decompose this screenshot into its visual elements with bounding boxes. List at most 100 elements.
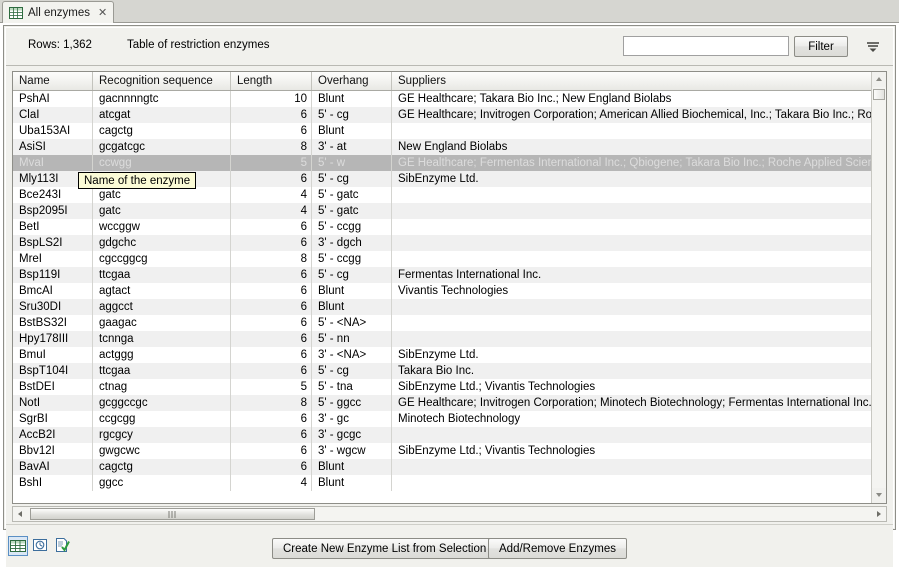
column-header-sequence[interactable]: Recognition sequence — [93, 72, 231, 90]
cell-length: 6 — [231, 283, 312, 299]
cell-overhang: 5' - ggcc — [312, 395, 392, 411]
scroll-thumb-grip — [168, 511, 177, 518]
table-row[interactable]: BstDEIctnag55' - tnaSibEnzyme Ltd.; Viva… — [13, 379, 886, 395]
table-row[interactable]: MvaIccwgg55' - wGE Healthcare; Fermentas… — [13, 155, 886, 171]
cell-overhang: 5' - nn — [312, 331, 392, 347]
cell-sequence: gacnnnngtc — [93, 91, 231, 107]
cell-length: 6 — [231, 427, 312, 443]
vertical-scroll-thumb[interactable] — [873, 89, 885, 100]
cell-length: 6 — [231, 315, 312, 331]
column-header-length[interactable]: Length — [231, 72, 312, 90]
filter-button[interactable]: Filter — [794, 36, 848, 57]
table-row[interactable]: Hpy178IIItcnnga65' - nn — [13, 331, 886, 347]
info-view-icon[interactable] — [31, 536, 51, 556]
cell-sequence: tcnnga — [93, 331, 231, 347]
table-row[interactable]: Bbv12Igwgcwc63' - wgcwSibEnzyme Ltd.; Vi… — [13, 443, 886, 459]
cell-length: 6 — [231, 331, 312, 347]
cell-length: 6 — [231, 171, 312, 187]
text-view-icon[interactable] — [53, 536, 73, 556]
rows-count-label: Rows: 1,362 — [28, 39, 92, 51]
filter-input[interactable] — [623, 36, 789, 56]
table-row[interactable]: AsiSIgcgatcgc83' - atNew England Biolabs — [13, 139, 886, 155]
table-body: PshAIgacnnnngtc10BluntGE Healthcare; Tak… — [13, 91, 886, 503]
cell-sequence: gaagac — [93, 315, 231, 331]
cell-overhang: 5' - gatc — [312, 187, 392, 203]
cell-suppliers: SibEnzyme Ltd.; Vivantis Technologies — [392, 443, 886, 459]
cell-length: 6 — [231, 123, 312, 139]
table-row[interactable]: MreIcgccggcg85' - ccgg — [13, 251, 886, 267]
cell-suppliers: GE Healthcare; Fermentas International I… — [392, 155, 886, 171]
cell-length: 8 — [231, 139, 312, 155]
cell-sequence: gcggccgc — [93, 395, 231, 411]
scroll-right-icon[interactable] — [872, 507, 886, 521]
scroll-down-icon[interactable] — [872, 488, 886, 503]
cell-suppliers — [392, 315, 886, 331]
cell-suppliers — [392, 475, 886, 491]
cell-sequence: agtact — [93, 283, 231, 299]
cell-sequence: wccggw — [93, 219, 231, 235]
cell-overhang: Blunt — [312, 123, 392, 139]
scroll-left-icon[interactable] — [13, 507, 27, 521]
cell-overhang: 5' - cg — [312, 363, 392, 379]
table-row[interactable]: NotIgcggccgc85' - ggccGE Healthcare; Inv… — [13, 395, 886, 411]
scroll-up-icon[interactable] — [872, 72, 886, 87]
column-header-suppliers[interactable]: Suppliers — [392, 72, 886, 90]
table-header-row: Name Recognition sequence Length Overhan… — [13, 72, 886, 91]
cell-length: 6 — [231, 299, 312, 315]
cell-name: Bce243I — [13, 187, 93, 203]
table-row[interactable]: BshIggcc4Blunt — [13, 475, 886, 491]
table-row[interactable]: BspT104Ittcgaa65' - cgTakara Bio Inc. — [13, 363, 886, 379]
horizontal-scrollbar[interactable] — [12, 506, 887, 522]
table-row[interactable]: Bce243Igatc45' - gatc — [13, 187, 886, 203]
table-row[interactable]: Uba153AIcagctg6Blunt — [13, 123, 886, 139]
column-header-overhang[interactable]: Overhang — [312, 72, 392, 90]
filter-funnel-icon[interactable] — [864, 38, 882, 56]
table-row[interactable]: BstBS32Igaagac65' - <NA> — [13, 315, 886, 331]
table-row[interactable]: BavAIcagctg6Blunt — [13, 459, 886, 475]
table-row[interactable]: SgrBIccgcgg63' - gcMinotech Biotechnolog… — [13, 411, 886, 427]
cell-suppliers — [392, 331, 886, 347]
cell-name: Bsp119I — [13, 267, 93, 283]
cell-overhang: 5' - tna — [312, 379, 392, 395]
enzyme-table-panel: Rows: 1,362 Table of restriction enzymes… — [3, 25, 896, 530]
cell-suppliers — [392, 235, 886, 251]
cell-length: 6 — [231, 347, 312, 363]
table-row[interactable]: PshAIgacnnnngtc10BluntGE Healthcare; Tak… — [13, 91, 886, 107]
cell-length: 4 — [231, 187, 312, 203]
cell-suppliers: GE Healthcare; Invitrogen Corporation; A… — [392, 107, 886, 123]
cell-sequence: ccwgg — [93, 155, 231, 171]
cell-suppliers — [392, 203, 886, 219]
tab-all-enzymes[interactable]: All enzymes ✕ — [2, 1, 114, 23]
cell-suppliers — [392, 299, 886, 315]
vertical-scrollbar[interactable] — [871, 72, 886, 503]
table-view-icon[interactable] — [8, 536, 28, 556]
cell-sequence: rgcgcy — [93, 427, 231, 443]
column-header-name[interactable]: Name — [13, 72, 93, 90]
cell-length: 4 — [231, 203, 312, 219]
table-row[interactable]: BmuIactggg63' - <NA>SibEnzyme Ltd. — [13, 347, 886, 363]
cell-name: BspT104I — [13, 363, 93, 379]
table-row[interactable]: ClaIatcgat65' - cgGE Healthcare; Invitro… — [13, 107, 886, 123]
enzyme-table[interactable]: Name Recognition sequence Length Overhan… — [12, 71, 887, 504]
cell-sequence: cagctg — [93, 123, 231, 139]
table-row[interactable]: Bsp2095Igatc45' - gatc — [13, 203, 886, 219]
horizontal-scroll-thumb[interactable] — [30, 508, 315, 520]
cell-sequence: gcgatcgc — [93, 139, 231, 155]
table-row[interactable]: Sru30DIaggcct6Blunt — [13, 299, 886, 315]
cell-sequence: gatc — [93, 187, 231, 203]
close-icon[interactable]: ✕ — [98, 6, 107, 19]
table-caption-label: Table of restriction enzymes — [127, 39, 270, 51]
cell-overhang: 5' - cg — [312, 107, 392, 123]
cell-name: Sru30DI — [13, 299, 93, 315]
cell-name: Bbv12I — [13, 443, 93, 459]
cell-suppliers: SibEnzyme Ltd. — [392, 171, 886, 187]
cell-length: 6 — [231, 107, 312, 123]
table-row[interactable]: BetIwccggw65' - ccgg — [13, 219, 886, 235]
table-row[interactable]: AccB2Irgcgcy63' - gcgc — [13, 427, 886, 443]
table-row[interactable]: BmcAIagtact6BluntVivantis Technologies — [13, 283, 886, 299]
cell-sequence: cagctg — [93, 459, 231, 475]
cell-suppliers: GE Healthcare; Takara Bio Inc.; New Engl… — [392, 91, 886, 107]
table-row[interactable]: Bsp119Ittcgaa65' - cgFermentas Internati… — [13, 267, 886, 283]
table-row[interactable]: BspLS2Igdgchc63' - dgch — [13, 235, 886, 251]
cell-name: BmcAI — [13, 283, 93, 299]
